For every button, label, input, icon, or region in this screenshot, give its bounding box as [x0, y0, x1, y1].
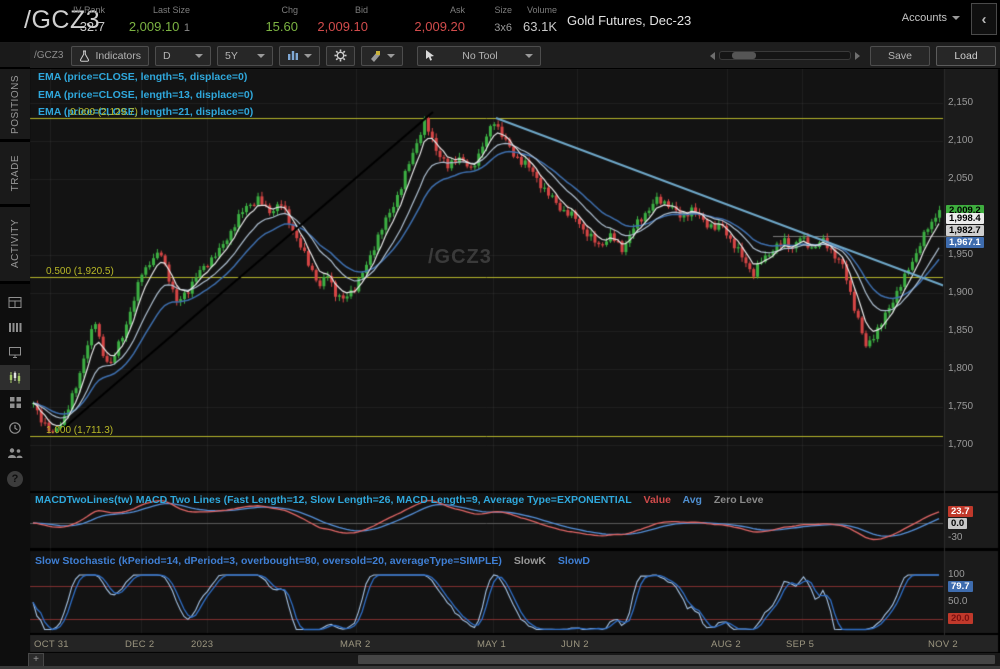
chart-toolbar: /GCZ3 Indicators D 5Y — [30, 43, 1000, 69]
candlestick-chart-icon — [8, 371, 22, 384]
stat-bid: Bid 2,009.10 — [300, 5, 368, 36]
stat-last-size: Last Size 2,009.10 1 — [105, 5, 190, 36]
stat-ask: Ask 2,009.20 — [380, 5, 465, 36]
collapse-panel-button[interactable]: ‹ — [971, 3, 997, 35]
chevron-down-icon — [387, 54, 395, 58]
horizontal-scrollbar[interactable]: + — [30, 653, 1000, 666]
chevron-down-icon — [952, 16, 960, 20]
gear-icon — [334, 49, 347, 62]
columns-icon — [8, 321, 22, 334]
question-mark-icon: ? — [12, 473, 19, 485]
sidebar-item-quotes[interactable] — [0, 290, 30, 315]
zoom-button[interactable]: + — [28, 653, 44, 667]
active-tool-dropdown[interactable]: No Tool — [417, 46, 541, 66]
chevron-down-icon — [257, 54, 265, 58]
drawing-style-dropdown[interactable] — [361, 46, 403, 66]
stat-volume: Volume 63.1K — [515, 5, 557, 36]
paint-style-icon — [369, 50, 382, 62]
accounts-menu[interactable]: Accounts — [902, 12, 960, 24]
stat-iv-rank: IV Rank 32.7 — [55, 5, 105, 36]
header-bar: /GCZ3 IV Rank 32.7 Last Size 2,009.10 1 … — [0, 0, 1000, 43]
slider-thumb[interactable] — [732, 52, 756, 59]
people-icon — [7, 447, 23, 459]
chevron-down-icon — [304, 54, 312, 58]
sidebar-tab-activity[interactable]: ACTIVITY — [0, 207, 30, 284]
chart-style-dropdown[interactable] — [279, 46, 320, 66]
sidebar-item-charts[interactable] — [0, 365, 30, 390]
slider-right-arrow-icon[interactable] — [855, 52, 860, 60]
sidebar-grip — [0, 43, 30, 69]
left-sidebar: POSITIONS TRADE ACTIVITY — [0, 43, 30, 669]
plus-icon: + — [33, 654, 39, 665]
sidebar-item-grid[interactable] — [0, 390, 30, 415]
flask-icon — [79, 50, 90, 62]
spreadsheet-icon — [8, 296, 22, 309]
bar-chart-icon — [287, 50, 299, 61]
slider-left-arrow-icon[interactable] — [710, 52, 715, 60]
chevron-down-icon — [525, 54, 533, 58]
sidebar-tab-trade[interactable]: TRADE — [0, 142, 30, 207]
toolbar-symbol-label: /GCZ3 — [34, 50, 63, 61]
sidebar-tab-positions[interactable]: POSITIONS — [0, 69, 30, 142]
sidebar-item-dom[interactable] — [0, 315, 30, 340]
chart-canvas[interactable] — [0, 0, 1000, 669]
save-button[interactable]: Save — [870, 46, 930, 66]
instrument-description: Gold Futures, Dec-23 — [567, 13, 691, 28]
clock-icon — [8, 421, 22, 435]
help-button[interactable]: ? — [7, 471, 23, 487]
chart-settings-button[interactable] — [326, 46, 355, 66]
stat-size: Size 3x6 — [470, 5, 512, 36]
indicators-button[interactable]: Indicators — [71, 46, 149, 66]
cursor-icon — [425, 50, 435, 61]
time-scrub-slider[interactable] — [710, 51, 860, 60]
scrollbar-thumb[interactable] — [358, 655, 995, 664]
stat-chg: Chg 15.60 — [235, 5, 298, 36]
grid-icon — [9, 396, 22, 409]
timeframe-dropdown[interactable]: D — [155, 46, 211, 66]
sidebar-item-community[interactable] — [0, 440, 30, 465]
sidebar-item-monitor[interactable] — [0, 340, 30, 365]
sidebar-item-history[interactable] — [0, 415, 30, 440]
app-window: /GCZ3 IV Rank 32.7 Last Size 2,009.10 1 … — [0, 0, 1000, 669]
slider-track[interactable] — [719, 51, 851, 60]
chevron-down-icon — [195, 54, 203, 58]
monitor-icon — [8, 346, 22, 359]
chevron-left-icon: ‹ — [982, 11, 987, 28]
range-dropdown[interactable]: 5Y — [217, 46, 273, 66]
load-button[interactable]: Load — [936, 46, 996, 66]
